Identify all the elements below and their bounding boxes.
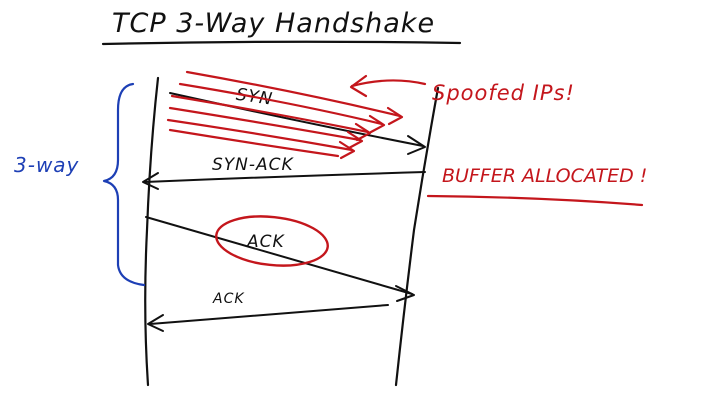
spoofed-ips-note: Spoofed IPs! — [432, 81, 575, 105]
client-timeline — [144, 76, 160, 387]
diagram-title: TCP 3-Way Handshake — [112, 8, 435, 39]
buffer-allocated-note: BUFFER ALLOCATED ! — [442, 165, 647, 187]
ack-arrow — [145, 216, 415, 302]
server-timeline — [394, 86, 440, 387]
syn-ack-label: SYN-ACK — [212, 155, 295, 175]
ack-bottom-arrow — [147, 304, 389, 332]
handshake-diagram: TCP 3-Way Handshake 3-way SYN Spoofed IP… — [14, 8, 647, 387]
ack-bottom-label: ACK — [212, 291, 245, 307]
title-underline — [101, 40, 462, 46]
ack-circled-label: ACK — [246, 232, 285, 252]
spoofed-syn-flood — [166, 70, 404, 160]
spoofed-pointer-arrow — [349, 74, 427, 98]
three-way-brace — [102, 82, 146, 287]
three-way-label: 3-way — [14, 153, 80, 177]
buffer-underline — [426, 194, 644, 207]
